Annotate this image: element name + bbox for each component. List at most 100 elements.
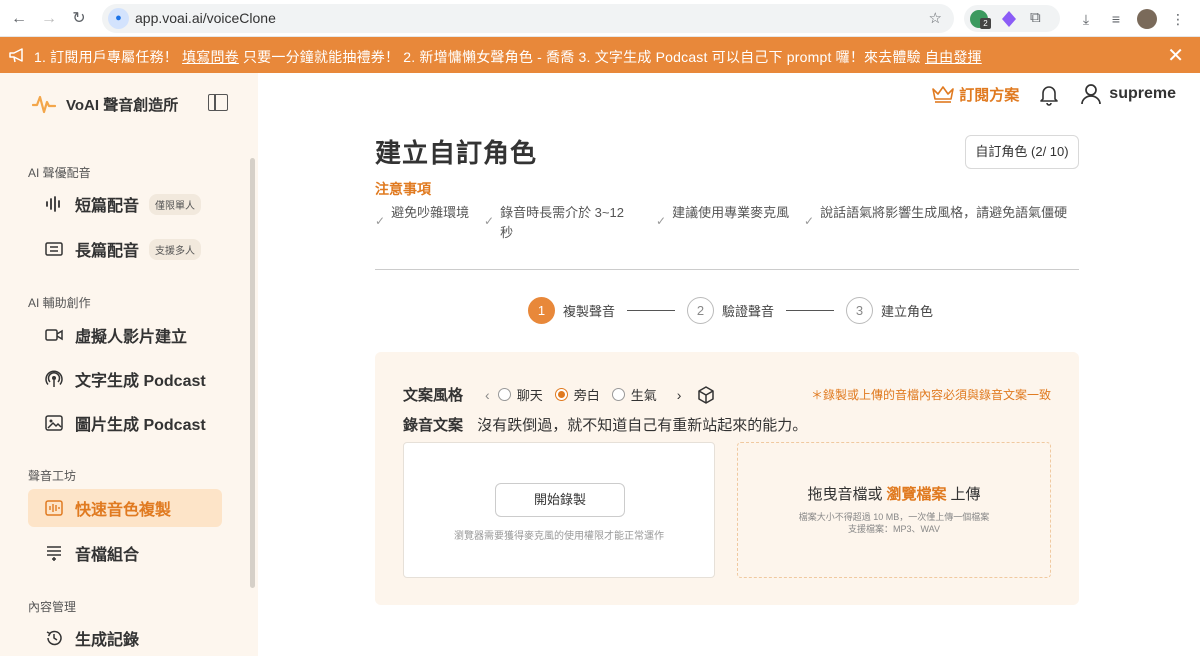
sidebar-item-history[interactable]: 生成記錄 xyxy=(28,619,222,656)
radio-label: 聊天 xyxy=(516,388,543,403)
checkmark-icon: ✓ xyxy=(804,214,815,228)
notice-text: 建議使用專業麥克風 xyxy=(672,205,790,220)
voai-logo-icon xyxy=(32,95,56,114)
forward-icon[interactable]: → xyxy=(38,8,60,30)
radio-circle xyxy=(611,388,625,401)
image-icon xyxy=(45,414,63,432)
sidebar-item-text-podcast[interactable]: 文字生成 Podcast xyxy=(28,360,222,398)
notice-item: ✓ 建議使用專業麥克風 xyxy=(656,203,796,231)
extension-badge: 2 xyxy=(980,18,991,29)
step-number: 3 xyxy=(846,297,874,324)
sidebar-item-label: 生成記錄 xyxy=(75,632,140,649)
sidebar-item-short-dubbing[interactable]: 短篇配音 僅限單人 xyxy=(28,185,222,223)
sidebar-item-label: 快速音色複製 xyxy=(75,502,172,519)
radio-circle xyxy=(554,388,568,401)
radio-label: 旁白 xyxy=(573,388,600,403)
browser-menu-icon[interactable]: ⋮ xyxy=(1168,8,1188,30)
url-text[interactable]: app.voai.ai/voiceClone xyxy=(135,10,276,26)
sidebar-item-label: 文字生成 Podcast xyxy=(75,373,206,390)
step-connector xyxy=(627,310,676,311)
puzzle-extension-icon[interactable]: ⧉ xyxy=(1030,9,1041,26)
upload-dropzone[interactable]: 拖曳音檔或 瀏覽檔案 上傳 檔案大小不得超過 10 MB，一次僅上傳一個檔案 支援檔… xyxy=(737,442,1051,578)
close-announcement-icon[interactable]: ✕ xyxy=(1167,43,1184,68)
sidebar-item-label: 虛擬人影片建立 xyxy=(75,329,188,346)
sidebar-item-tag: 支援多人 xyxy=(149,238,202,260)
bell-icon[interactable] xyxy=(1037,82,1061,106)
subscription-plan-link[interactable]: 訂閱方案 xyxy=(931,84,1019,105)
step-label: 建立角色 xyxy=(881,304,934,319)
sidebar-item-virtual-human[interactable]: 虛擬人影片建立 xyxy=(28,316,222,354)
microphone-icon: ● xyxy=(108,8,129,29)
profile-avatar-icon[interactable] xyxy=(1136,8,1158,30)
podcast-icon xyxy=(45,370,63,388)
video-camera-icon xyxy=(45,326,63,344)
checkmark-icon: ✓ xyxy=(484,214,495,228)
bookmark-star-icon[interactable]: ☆ xyxy=(929,9,942,27)
upload-prefix: 拖曳音檔或 xyxy=(807,486,883,503)
step-label: 複製聲音 xyxy=(563,304,616,319)
radio-circle xyxy=(497,388,511,401)
browse-files-link[interactable]: 瀏覽檔案 xyxy=(886,486,946,503)
sidebar-collapse-icon[interactable] xyxy=(208,94,228,111)
microphone-permission-hint: 瀏覽器需要獲得麥克風的使用權限才能正常運作 xyxy=(454,531,664,542)
chevron-left-icon[interactable]: ‹ xyxy=(485,387,490,403)
voice-clone-panel: 文案風格 ‹ 聊天 旁白 生氣 › ＊錄製或上傳的音檔內容必須與錄音文案一致 錄… xyxy=(375,352,1079,605)
section-title-ai-creation: AI 輔助創作 xyxy=(28,296,91,310)
start-recording-button[interactable]: 開始錄製 xyxy=(495,483,625,517)
user-menu[interactable]: supreme xyxy=(1079,82,1176,106)
sidebar-item-long-dubbing[interactable]: 長篇配音 支援多人 xyxy=(28,230,222,268)
top-navigation: 訂閱方案 supreme xyxy=(931,82,1176,106)
survey-link[interactable]: 填寫問卷 xyxy=(182,49,239,65)
chevron-right-icon[interactable]: › xyxy=(677,387,682,403)
cube-icon[interactable] xyxy=(697,385,715,404)
style-radio-narration[interactable]: 旁白 xyxy=(554,385,600,404)
step-number: 2 xyxy=(687,297,715,324)
notice-text: 錄音時長需介於 3~12 秒 xyxy=(500,205,624,240)
page-title: 建立自訂角色 xyxy=(375,138,538,168)
upload-instruction: 拖曳音檔或 瀏覽檔案 上傳 xyxy=(738,483,1050,504)
voice-clone-icon xyxy=(45,499,63,517)
notice-text: 說話語氣將影響生成風格，請避免語氣僵硬 xyxy=(820,205,1068,220)
sidebar-item-image-podcast[interactable]: 圖片生成 Podcast xyxy=(28,404,222,442)
media-control-icon[interactable]: ≡ xyxy=(1106,8,1126,30)
checkmark-icon: ✓ xyxy=(375,214,386,228)
brand-name: VoAI 聲音創造所 xyxy=(66,96,179,114)
consistency-warning: ＊錄製或上傳的音檔內容必須與錄音文案一致 xyxy=(810,388,1051,402)
upload-size-limit: 檔案大小不得超過 10 MB，一次僅上傳一個檔案 xyxy=(798,512,990,522)
reload-icon[interactable]: ↻ xyxy=(68,8,90,30)
freestyle-link[interactable]: 自由發揮 xyxy=(925,49,982,65)
sidebar-item-audio-merge[interactable]: 音檔組合 xyxy=(28,534,222,572)
style-radio-angry[interactable]: 生氣 xyxy=(611,385,657,404)
megaphone-icon xyxy=(9,48,23,63)
sidebar-item-label: 短篇配音 xyxy=(75,198,140,215)
subscription-plan-label: 訂閱方案 xyxy=(959,86,1020,104)
crown-icon xyxy=(932,86,955,103)
upload-requirements: 檔案大小不得超過 10 MB，一次僅上傳一個檔案 支援檔案：MP3、WAV xyxy=(738,511,1050,535)
style-radio-chat[interactable]: 聊天 xyxy=(497,385,543,404)
download-icon[interactable]: ⤓ xyxy=(1076,8,1096,30)
section-title-content-management: 內容管理 xyxy=(28,600,77,614)
logo[interactable]: VoAI 聲音創造所 xyxy=(32,93,178,115)
waveform-icon xyxy=(45,195,63,213)
checkmark-icon: ✓ xyxy=(656,214,667,228)
browser-toolbar: ← → ↻ ● app.voai.ai/voiceClone ☆ 2 ⧉ ⤓ ≡… xyxy=(0,0,1200,37)
back-icon[interactable]: ← xyxy=(8,8,30,30)
recording-script: 錄音文案 沒有跌倒過，就不知道自己有重新站起來的能力。 xyxy=(403,414,807,435)
crystal-extension-icon[interactable] xyxy=(1002,11,1016,27)
address-bar[interactable]: ● app.voai.ai/voiceClone ☆ xyxy=(102,4,954,33)
announcement-part2: 只要一分鐘就能抽禮券！ 2. 新增慵懶女聲角色 - 喬喬 3. 文字生成 Pod… xyxy=(238,49,925,65)
username: supreme xyxy=(1109,85,1176,102)
sidebar: VoAI 聲音創造所 AI 聲優配音 短篇配音 僅限單人 長篇配音 支援多人 A… xyxy=(0,73,258,656)
step-number: 1 xyxy=(528,297,555,324)
divider xyxy=(375,269,1079,270)
script-style-label: 文案風格 xyxy=(403,387,464,404)
upload-suffix: 上傳 xyxy=(950,486,981,503)
sidebar-item-voice-clone[interactable]: 快速音色複製 xyxy=(28,489,222,527)
notice-text: 避免吵雜環境 xyxy=(391,205,470,220)
section-title-sound-studio: 聲音工坊 xyxy=(28,469,77,483)
custom-character-count-button[interactable]: 自訂角色 (2/ 10) xyxy=(965,135,1079,169)
sidebar-item-label: 音檔組合 xyxy=(75,547,140,564)
sidebar-scrollbar[interactable] xyxy=(250,158,255,588)
sidebar-item-label: 長篇配音 xyxy=(75,243,140,260)
notice-item: ✓ 錄音時長需介於 3~12 秒 xyxy=(484,203,634,243)
